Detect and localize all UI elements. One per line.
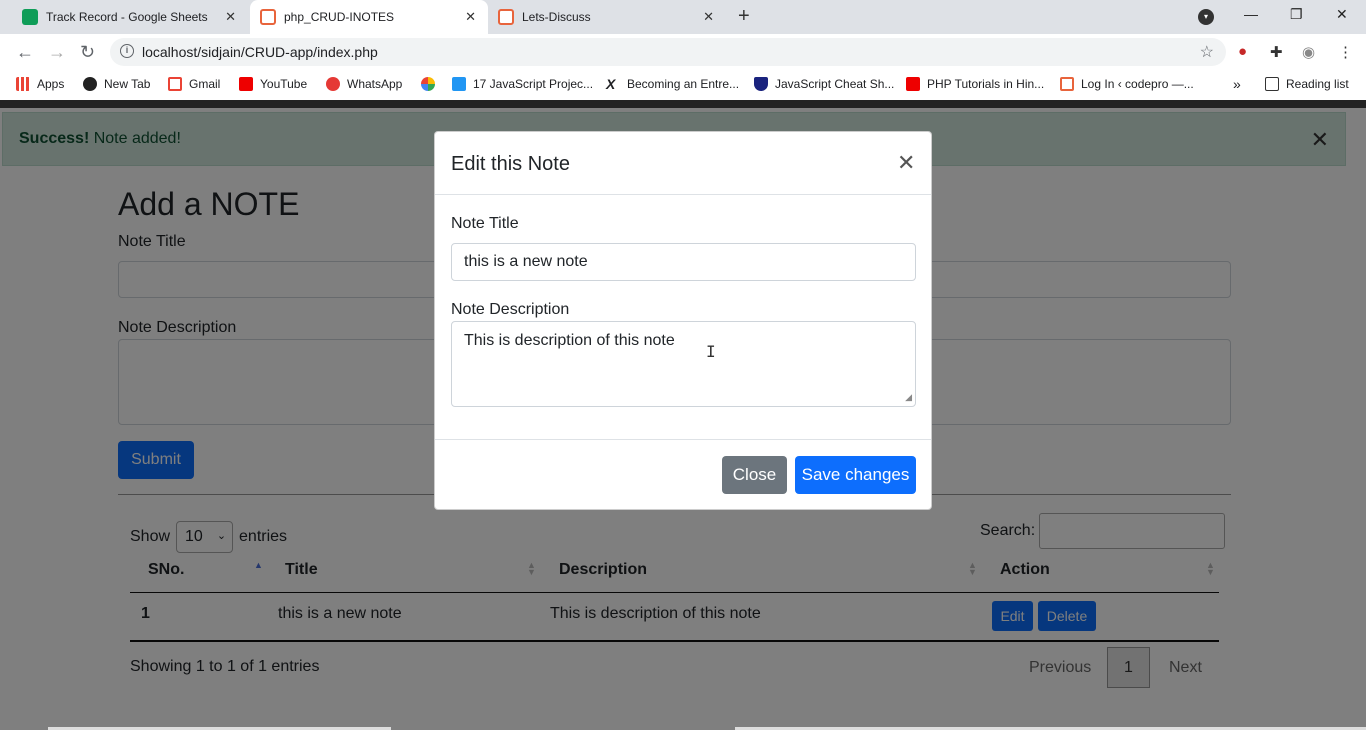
close-icon[interactable]: ✕ bbox=[897, 150, 915, 176]
menu-kebab-icon[interactable]: ⋮ bbox=[1338, 43, 1353, 61]
extension-icon[interactable]: ● bbox=[1238, 43, 1247, 60]
m-logo-icon bbox=[452, 77, 466, 91]
minimize-icon[interactable]: — bbox=[1244, 6, 1258, 22]
text-cursor-icon: I bbox=[706, 342, 716, 361]
forward-icon[interactable]: → bbox=[48, 42, 66, 63]
tab-label: php_CRUD-INOTES bbox=[284, 10, 395, 24]
apps-grid-icon bbox=[16, 77, 30, 91]
bookmark-label: PHP Tutorials in Hin... bbox=[927, 77, 1045, 91]
modal-description-value: This is description of this note bbox=[464, 332, 675, 349]
tab-search-icon[interactable]: ▾ bbox=[1198, 9, 1214, 25]
bookmarks-bar: Apps New Tab Gmail YouTube WhatsApp 17 J… bbox=[0, 70, 1366, 100]
page-top-border bbox=[0, 100, 1366, 108]
shield-icon bbox=[754, 77, 768, 91]
reload-icon[interactable]: ↻ bbox=[80, 42, 95, 63]
modal-title-label: Note Title bbox=[451, 215, 519, 232]
codepen-icon bbox=[1060, 77, 1074, 91]
pinwheel-icon bbox=[421, 77, 435, 91]
bookmark-label: YouTube bbox=[260, 77, 308, 91]
reading-list-icon bbox=[1265, 77, 1279, 91]
youtube-icon bbox=[239, 77, 253, 91]
bookmark-entrepreneur[interactable]: X Becoming an Entre... bbox=[606, 77, 739, 91]
bookmark-apps[interactable]: Apps bbox=[16, 77, 64, 91]
bookmark-label: Log In ‹ codepro —... bbox=[1081, 77, 1194, 91]
modal-description-label: Note Description bbox=[451, 301, 570, 318]
close-button[interactable]: Close bbox=[722, 456, 787, 494]
save-changes-button[interactable]: Save changes bbox=[795, 456, 916, 494]
bookmark-js-projects[interactable]: 17 JavaScript Projec... bbox=[452, 77, 593, 91]
reading-list-button[interactable]: Reading list bbox=[1265, 77, 1349, 91]
bookmark-new-tab[interactable]: New Tab bbox=[83, 77, 150, 91]
bookmark-label: New Tab bbox=[104, 77, 151, 91]
close-tab-icon[interactable]: ✕ bbox=[465, 9, 476, 25]
bookmark-label: Apps bbox=[37, 77, 65, 91]
bookmark-label: 17 JavaScript Projec... bbox=[473, 77, 594, 91]
bookmark-star-icon[interactable]: ☆ bbox=[1200, 42, 1214, 62]
tab-label: Track Record - Google Sheets bbox=[46, 10, 208, 24]
restore-icon[interactable]: ❐ bbox=[1290, 6, 1303, 23]
bookmark-whatsapp[interactable]: WhatsApp bbox=[326, 77, 402, 91]
codepen-icon bbox=[260, 9, 276, 25]
bookmark-label: JavaScript Cheat Sh... bbox=[775, 77, 895, 91]
edit-note-modal: Edit this Note ✕ Note Title this is a ne… bbox=[434, 131, 932, 510]
bookmark-codepro[interactable]: Log In ‹ codepro —... bbox=[1060, 77, 1194, 91]
bookmark-js-cheatsheet[interactable]: JavaScript Cheat Sh... bbox=[754, 77, 894, 91]
tab-track-record[interactable]: Track Record - Google Sheets ✕ bbox=[0, 0, 248, 34]
toolbar: ← → ↻ i localhost/sidjain/CRUD-app/index… bbox=[0, 34, 1366, 70]
modal-header-divider bbox=[435, 194, 931, 195]
profile-avatar-icon[interactable]: ◉ bbox=[1302, 43, 1315, 61]
bookmark-php-tutorials[interactable]: PHP Tutorials in Hin... bbox=[906, 77, 1044, 91]
address-bar[interactable]: i localhost/sidjain/CRUD-app/index.php ☆ bbox=[110, 38, 1226, 66]
extensions-puzzle-icon[interactable]: ✚ bbox=[1270, 43, 1283, 61]
bookmark-gmail[interactable]: Gmail bbox=[168, 77, 220, 91]
new-tab-icon[interactable]: + bbox=[738, 5, 750, 28]
bookmark-label: WhatsApp bbox=[347, 77, 403, 91]
close-tab-icon[interactable]: ✕ bbox=[225, 9, 236, 25]
bookmark-pinwheel[interactable] bbox=[421, 77, 442, 91]
tab-strip: Track Record - Google Sheets ✕ php_CRUD-… bbox=[0, 0, 1366, 34]
globe-icon bbox=[83, 77, 97, 91]
bookmark-label: Becoming an Entre... bbox=[627, 77, 740, 91]
site-info-icon[interactable]: i bbox=[120, 44, 134, 58]
close-tab-icon[interactable]: ✕ bbox=[703, 9, 714, 25]
bookmark-youtube[interactable]: YouTube bbox=[239, 77, 307, 91]
back-icon[interactable]: ← bbox=[16, 42, 34, 63]
resize-handle-icon[interactable]: ◢ bbox=[905, 392, 912, 403]
x-logo-icon: X bbox=[606, 76, 616, 92]
tab-php-crud[interactable]: php_CRUD-INOTES ✕ bbox=[250, 0, 488, 34]
modal-description-textarea[interactable]: This is description of this note ◢ bbox=[451, 321, 916, 407]
bookmark-label: Gmail bbox=[189, 77, 221, 91]
whatsapp-icon bbox=[326, 77, 340, 91]
window-close-icon[interactable]: ✕ bbox=[1336, 6, 1348, 23]
codepen-icon bbox=[498, 9, 514, 25]
url-text: localhost/sidjain/CRUD-app/index.php bbox=[142, 44, 378, 60]
google-sheets-icon bbox=[22, 9, 38, 25]
tab-label: Lets-Discuss bbox=[522, 10, 591, 24]
gmail-icon bbox=[168, 77, 182, 91]
tab-lets-discuss[interactable]: Lets-Discuss ✕ bbox=[488, 0, 726, 34]
youtube-icon bbox=[906, 77, 920, 91]
modal-title: Edit this Note bbox=[451, 153, 570, 175]
modal-title-input[interactable]: this is a new note bbox=[451, 243, 916, 281]
reading-list-label: Reading list bbox=[1286, 77, 1349, 91]
modal-footer-divider bbox=[435, 439, 931, 440]
more-bookmarks-icon[interactable]: » bbox=[1233, 76, 1241, 92]
